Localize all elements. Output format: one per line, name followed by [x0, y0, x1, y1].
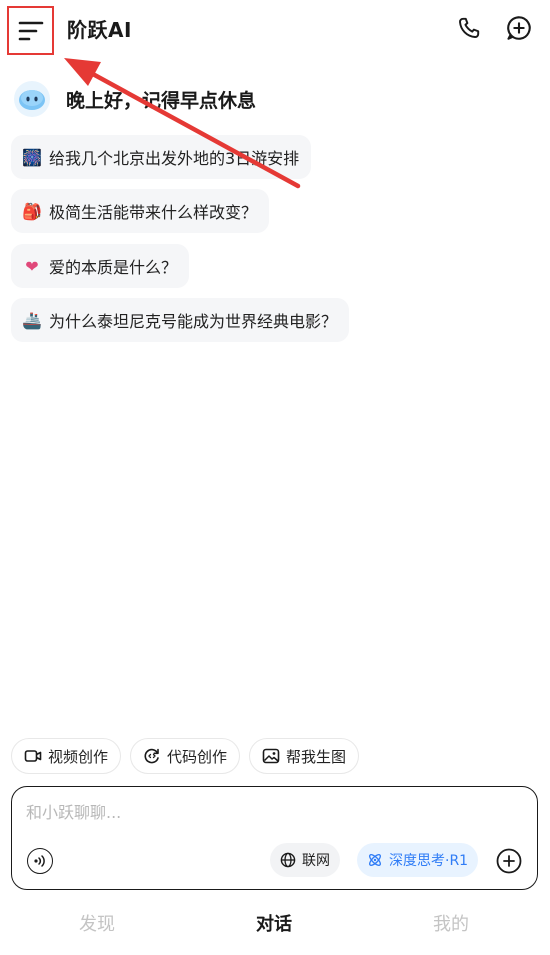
- suggestion-item[interactable]: 🎒 极简生活能带来什么样改变？: [11, 189, 270, 233]
- deep-think-toggle[interactable]: 深度思考·R1: [357, 843, 479, 877]
- greeting-text: 晚上好，记得早点休息: [66, 89, 257, 112]
- mascot-avatar-icon: [14, 81, 50, 117]
- voice-button[interactable]: [27, 848, 53, 874]
- suggestion-item[interactable]: ❤ 爱的本质是什么？: [11, 244, 190, 288]
- phone-icon: [459, 17, 480, 38]
- menu-button[interactable]: [7, 6, 54, 55]
- image-generate-button[interactable]: 帮我生图: [249, 738, 360, 774]
- tab-chat[interactable]: 对话: [256, 910, 292, 936]
- video-create-button[interactable]: 视频创作: [11, 738, 122, 774]
- new-chat-plus-icon: [507, 16, 531, 40]
- code-create-label: 代码创作: [167, 747, 228, 766]
- chat-input-box: 联网 深度思考·R1: [11, 786, 538, 890]
- chat-input[interactable]: [26, 803, 506, 822]
- code-create-button[interactable]: 代码创作: [130, 738, 241, 774]
- image-icon: [262, 747, 280, 765]
- heart-icon: ❤: [25, 256, 39, 276]
- new-chat-button[interactable]: [505, 14, 533, 42]
- backpack-icon: 🎒: [22, 201, 42, 221]
- globe-icon: [280, 852, 296, 868]
- code-refresh-icon: [143, 747, 161, 765]
- top-bar: 阶跃AI: [0, 0, 550, 58]
- attach-button[interactable]: [496, 848, 522, 874]
- greeting-row: 晚上好，记得早点休息: [14, 80, 256, 118]
- web-search-toggle[interactable]: 联网: [270, 843, 340, 877]
- tab-discover[interactable]: 发现: [79, 910, 115, 936]
- bottom-tab-bar: 发现 对话 我的: [0, 900, 550, 946]
- suggestion-item[interactable]: 🎆 给我几个北京出发外地的3日游安排: [11, 135, 312, 179]
- suggestion-item[interactable]: 🚢 为什么泰坦尼克号能成为世界经典电影？: [11, 298, 350, 342]
- plus-circle-icon: [496, 848, 522, 874]
- ship-icon: 🚢: [22, 310, 42, 330]
- deep-think-label: 深度思考·R1: [389, 853, 469, 869]
- hamburger-menu-icon: [18, 21, 43, 40]
- phone-button[interactable]: [455, 14, 483, 42]
- suggestion-text: 为什么泰坦尼克号能成为世界经典电影？: [49, 312, 338, 331]
- tab-me[interactable]: 我的: [433, 910, 469, 936]
- suggestion-text: 极简生活能带来什么样改变？: [49, 203, 258, 222]
- app-title: 阶跃AI: [67, 18, 132, 42]
- suggestion-text: 爱的本质是什么？: [49, 258, 178, 277]
- atom-icon: [367, 852, 383, 868]
- voice-wave-icon: [34, 855, 45, 867]
- video-create-label: 视频创作: [48, 747, 109, 766]
- suggestion-text: 给我几个北京出发外地的3日游安排: [49, 149, 300, 168]
- video-camera-icon: [24, 747, 42, 765]
- fireworks-icon: 🎆: [22, 147, 42, 167]
- image-generate-label: 帮我生图: [286, 747, 347, 766]
- web-search-label: 联网: [302, 853, 330, 869]
